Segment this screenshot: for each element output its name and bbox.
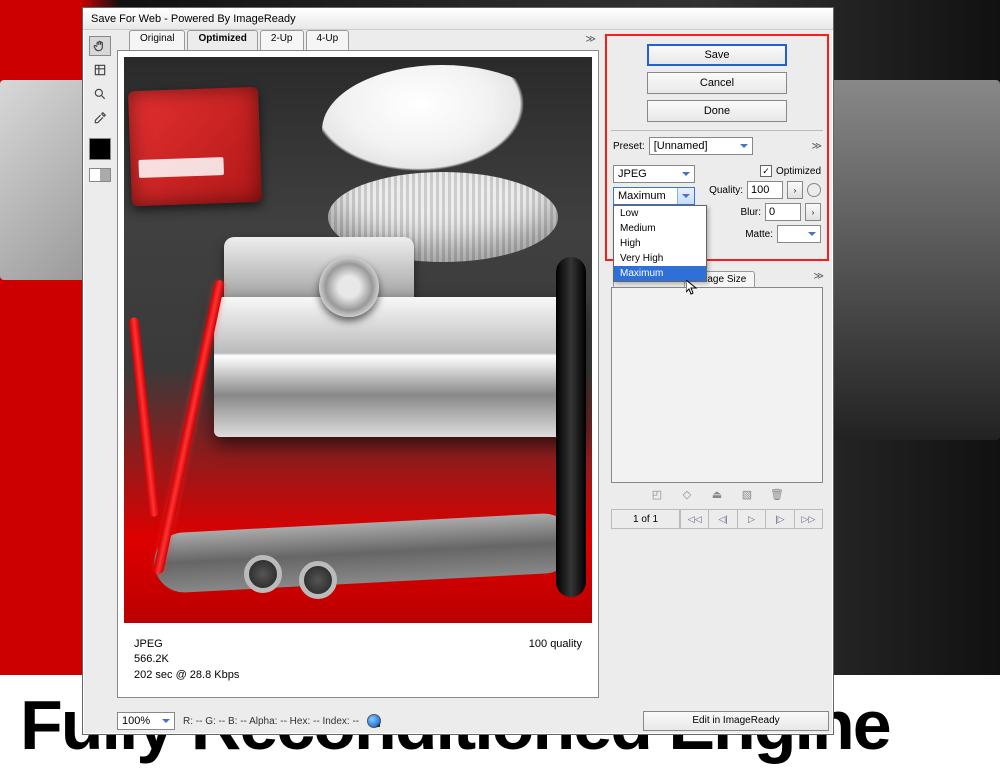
info-quality: 100 quality <box>529 637 582 685</box>
pager-play-icon[interactable]: ▷ <box>737 510 765 528</box>
info-format: JPEG <box>134 637 239 652</box>
slice-pager: 1 of 1 ◁◁ ◁| ▷ |▷ ▷▷ <box>611 509 823 529</box>
info-size: 566.2K <box>134 652 239 667</box>
ct-trash-icon[interactable]: 🗑 <box>770 487 784 501</box>
optimized-label: Optimized <box>776 166 821 177</box>
preset-flyout-icon[interactable]: ≫ <box>812 141 821 152</box>
info-transfer: 202 sec @ 28.8 Kbps <box>134 668 239 683</box>
save-for-web-dialog: Save For Web - Powered By ImageReady Ori… <box>82 7 834 735</box>
save-button[interactable]: Save <box>647 44 787 66</box>
pager-label: 1 of 1 <box>612 510 680 528</box>
pager-next-icon[interactable]: |▷ <box>765 510 793 528</box>
ct-lock-icon[interactable]: ⏏ <box>710 487 724 501</box>
bg-decor <box>0 80 90 280</box>
quality-option-veryhigh[interactable]: Very High <box>614 251 706 266</box>
tab-4up[interactable]: 4-Up <box>306 30 350 50</box>
quality-mask-icon[interactable] <box>807 183 821 197</box>
quality-label: Quality: <box>709 185 743 196</box>
quality-input[interactable]: 100 <box>747 181 783 199</box>
edit-in-imageready-button[interactable]: Edit in ImageReady <box>643 711 829 731</box>
preview-image <box>124 57 592 623</box>
quality-preset-select[interactable]: Maximum <box>613 187 695 205</box>
ct-new-icon[interactable]: ▧ <box>740 487 754 501</box>
preview-tabs: Original Optimized 2-Up 4-Up ≫ <box>129 30 603 50</box>
preview-canvas[interactable] <box>124 57 592 623</box>
preset-label: Preset: <box>613 141 645 152</box>
cancel-button[interactable]: Cancel <box>647 72 787 94</box>
preview-flyout-icon[interactable]: ≫ <box>586 34 595 45</box>
done-button[interactable]: Done <box>647 100 787 122</box>
format-select[interactable]: JPEG <box>613 165 695 183</box>
preset-select[interactable]: [Unnamed] <box>649 137 753 155</box>
pager-prev-icon[interactable]: ◁| <box>708 510 736 528</box>
preview-canvas-frame: JPEG 566.2K 202 sec @ 28.8 Kbps 100 qual… <box>117 50 599 698</box>
quality-slider-icon[interactable]: › <box>787 181 803 199</box>
quality-option-medium[interactable]: Medium <box>614 221 706 236</box>
pager-last-icon[interactable]: ▷▷ <box>794 510 822 528</box>
quality-option-maximum[interactable]: Maximum <box>614 266 706 281</box>
slice-tool[interactable] <box>89 60 111 80</box>
preview-info: JPEG 566.2K 202 sec @ 28.8 Kbps 100 qual… <box>124 631 592 691</box>
zoom-select[interactable]: 100% <box>117 712 175 730</box>
bottom-bar: 100% R: -- G: -- B: -- Alpha: -- Hex: --… <box>117 710 829 732</box>
matte-select[interactable] <box>777 225 821 243</box>
pager-first-icon[interactable]: ◁◁ <box>680 510 708 528</box>
toolstrip <box>83 30 117 736</box>
window-title: Save For Web - Powered By ImageReady <box>91 13 296 25</box>
ct-snap-icon[interactable]: ◰ <box>650 487 664 501</box>
quality-preset-dropdown: Low Medium High Very High Maximum <box>613 205 707 282</box>
hand-tool[interactable] <box>89 36 111 56</box>
quality-preset-value: Maximum <box>618 190 666 202</box>
zoom-value: 100% <box>122 715 150 727</box>
slice-visibility-toggle[interactable] <box>89 168 111 182</box>
blur-label: Blur: <box>740 207 761 218</box>
quality-option-low[interactable]: Low <box>614 206 706 221</box>
browser-preview-icon[interactable] <box>367 714 381 728</box>
tab-optimized[interactable]: Optimized <box>187 30 257 50</box>
bg-decor <box>830 80 1000 440</box>
blur-input[interactable]: 0 <box>765 203 801 221</box>
section-flyout-icon[interactable]: ≫ <box>814 271 823 287</box>
preset-value: [Unnamed] <box>654 140 708 152</box>
ct-cube-icon[interactable]: ◇ <box>680 487 694 501</box>
zoom-tool[interactable] <box>89 84 111 104</box>
optimized-checkbox[interactable]: ✓ <box>760 165 772 177</box>
titlebar[interactable]: Save For Web - Powered By ImageReady <box>83 8 833 30</box>
format-value: JPEG <box>618 168 647 180</box>
color-readout: R: -- G: -- B: -- Alpha: -- Hex: -- Inde… <box>183 716 359 727</box>
quality-option-high[interactable]: High <box>614 236 706 251</box>
settings-panel: Save Cancel Done Preset: [Unnamed] ≫ J <box>605 34 829 261</box>
tab-original[interactable]: Original <box>129 30 185 50</box>
color-table <box>611 287 823 483</box>
eyedropper-color-swatch[interactable] <box>89 138 111 160</box>
cursor-icon <box>686 280 698 296</box>
blur-slider-icon[interactable]: › <box>805 203 821 221</box>
matte-label: Matte: <box>745 229 773 240</box>
color-table-toolbar: ◰ ◇ ⏏ ▧ 🗑 <box>605 487 829 501</box>
eyedropper-tool[interactable] <box>89 108 111 128</box>
tab-2up[interactable]: 2-Up <box>260 30 304 50</box>
